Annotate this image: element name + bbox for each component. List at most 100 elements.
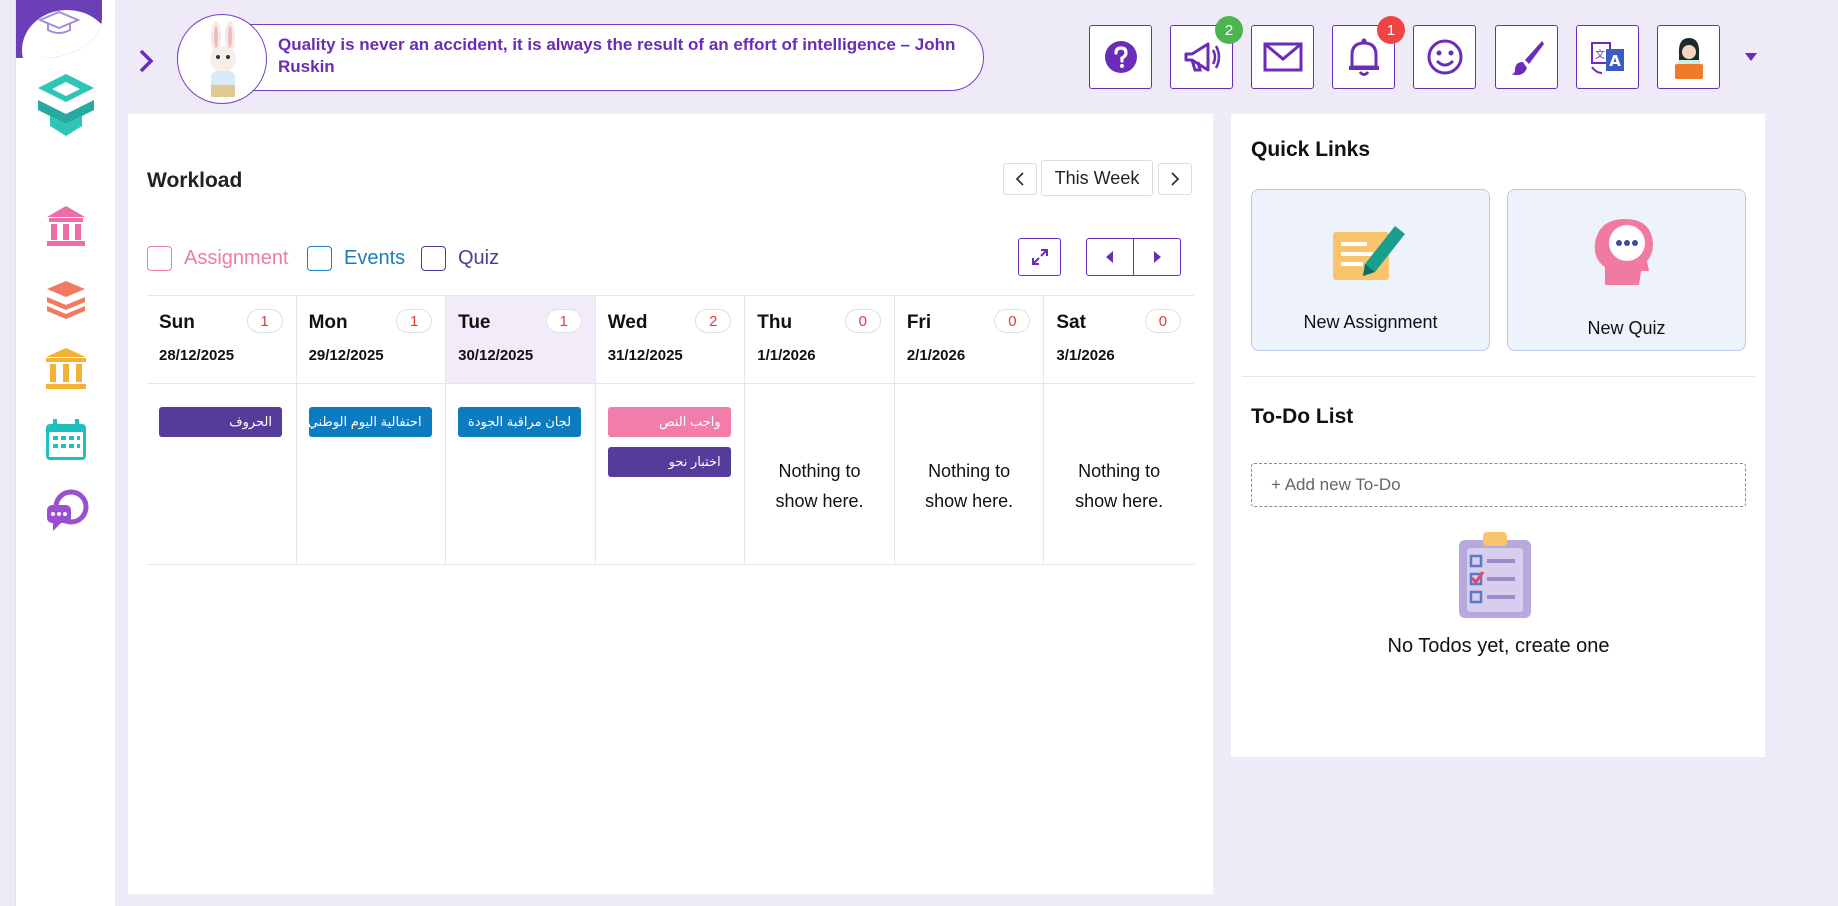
empty-day-message: Nothing to show here. xyxy=(1044,456,1194,516)
event-chip[interactable]: اختبار نحو xyxy=(607,447,731,477)
calendar-icon[interactable] xyxy=(43,417,89,463)
expand-button[interactable] xyxy=(1018,238,1061,276)
calendar-next-button[interactable] xyxy=(1134,239,1180,275)
sidebar xyxy=(15,0,115,906)
chevron-right-icon xyxy=(1171,172,1180,186)
empty-line-2: show here. xyxy=(1075,491,1164,511)
profile-avatar-icon xyxy=(1674,38,1703,79)
empty-line-1: Nothing to xyxy=(928,461,1011,481)
new-assignment-tile[interactable]: New Assignment xyxy=(1251,189,1490,351)
svg-text:A: A xyxy=(1609,52,1621,70)
mood-button[interactable] xyxy=(1413,25,1476,89)
empty-day-message: Nothing to show here. xyxy=(895,456,1044,516)
day-header: Sun 1 28/12/2025 xyxy=(147,296,296,384)
help-icon xyxy=(1104,41,1137,73)
empty-line-1: Nothing to xyxy=(778,461,861,481)
day-column: Sun 1 28/12/2025 الحروف xyxy=(147,296,297,564)
bell-icon xyxy=(1348,38,1379,76)
day-name: Mon xyxy=(308,312,348,333)
day-date: 28/12/2025 xyxy=(159,347,235,364)
event-chip[interactable]: الحروف xyxy=(159,407,282,437)
quick-links-title: Quick Links xyxy=(1251,138,1371,161)
filter-assignment-checkbox[interactable] xyxy=(147,245,172,271)
day-header: Mon 1 29/12/2025 xyxy=(296,296,446,384)
day-date: 29/12/2025 xyxy=(308,347,384,364)
sidebar-corner-decoration xyxy=(16,0,102,58)
school-icon[interactable] xyxy=(43,203,89,249)
todo-title: To-Do List xyxy=(1251,405,1354,428)
week-selector[interactable]: This Week xyxy=(1041,160,1153,196)
help-button[interactable] xyxy=(1089,25,1152,89)
empty-line-1: Nothing to xyxy=(1078,461,1161,481)
translate-icon: A 文 xyxy=(1590,42,1624,74)
announcements-button[interactable]: 2 xyxy=(1170,16,1243,89)
week-next-button[interactable] xyxy=(1158,163,1192,195)
filter-events[interactable]: Events xyxy=(307,245,405,271)
new-quiz-label: New Quiz xyxy=(1587,318,1666,338)
notifications-badge: 1 xyxy=(1377,16,1405,44)
day-header: Thu 0 1/1/2026 xyxy=(745,296,894,384)
app-logo-icon[interactable] xyxy=(30,70,102,142)
calendar-nav xyxy=(1086,238,1181,276)
filter-events-checkbox[interactable] xyxy=(307,245,332,271)
day-column: Fri 0 2/1/2026 Nothing to show here. xyxy=(894,296,1045,564)
event-chip[interactable]: احتفالية اليوم الوطني xyxy=(308,407,432,437)
workload-calendar: Sun 1 28/12/2025 الحروف Mon 1 29/12/2025… xyxy=(147,295,1194,565)
books-icon[interactable] xyxy=(43,275,89,321)
day-count-badge: 1 xyxy=(396,309,433,333)
profile-button[interactable] xyxy=(1657,25,1720,89)
day-date: 3/1/2026 xyxy=(1056,347,1115,364)
event-chip[interactable]: لجان مراقبة الجودة xyxy=(458,407,582,437)
new-assignment-label: New Assignment xyxy=(1303,312,1438,332)
week-prev-button[interactable] xyxy=(1003,163,1037,195)
bunny-mascot-icon xyxy=(177,14,267,104)
megaphone-icon xyxy=(1184,42,1220,72)
chevron-right-icon[interactable] xyxy=(136,46,156,76)
clipboard-checklist-icon xyxy=(1459,532,1531,618)
empty-line-2: show here. xyxy=(775,491,864,511)
day-column: Thu 0 1/1/2026 Nothing to show here. xyxy=(745,296,895,564)
calendar-prev-button[interactable] xyxy=(1087,239,1134,275)
day-header: Tue 1 30/12/2025 xyxy=(446,296,595,384)
chevron-left-icon xyxy=(1015,172,1024,186)
day-date: 30/12/2025 xyxy=(458,347,534,364)
notifications-button[interactable]: 1 xyxy=(1332,16,1405,89)
empty-line-2: show here. xyxy=(925,491,1014,511)
day-count-badge: 1 xyxy=(545,309,582,333)
graduation-cap-icon xyxy=(38,10,80,34)
svg-text:文: 文 xyxy=(1595,48,1605,61)
chat-icon[interactable] xyxy=(43,487,89,533)
filter-assignment[interactable]: Assignment xyxy=(147,245,289,271)
day-name: Fri xyxy=(906,312,932,333)
day-date: 1/1/2026 xyxy=(757,347,816,364)
day-header: Wed 2 31/12/2025 xyxy=(595,296,745,384)
messages-button[interactable] xyxy=(1251,25,1314,89)
smiley-icon xyxy=(1427,39,1462,75)
day-name: Wed xyxy=(607,312,648,333)
empty-day-message: Nothing to show here. xyxy=(745,456,894,516)
day-column: Wed 2 31/12/2025 واجب النص اختبار نحو xyxy=(595,296,746,564)
new-quiz-tile[interactable]: New Quiz xyxy=(1507,189,1746,351)
filter-events-label: Events xyxy=(344,246,406,269)
divider xyxy=(1242,376,1755,377)
event-chip[interactable]: واجب النص xyxy=(607,407,731,437)
language-button[interactable]: A 文 xyxy=(1576,25,1639,89)
day-name: Tue xyxy=(458,312,491,333)
caret-down-icon[interactable] xyxy=(1744,52,1758,62)
paintbrush-icon xyxy=(1510,41,1544,76)
mail-icon xyxy=(1263,42,1302,72)
filter-quiz-label: Quiz xyxy=(458,246,500,269)
day-column: Mon 1 29/12/2025 احتفالية اليوم الوطني xyxy=(296,296,447,564)
expand-icon xyxy=(1031,249,1048,265)
theme-button[interactable] xyxy=(1495,25,1558,89)
filter-assignment-label: Assignment xyxy=(184,246,289,269)
day-header: Sat 0 3/1/2026 xyxy=(1044,296,1194,384)
day-date: 2/1/2026 xyxy=(906,347,966,364)
institution-icon[interactable] xyxy=(43,345,89,391)
filter-quiz-checkbox[interactable] xyxy=(421,245,446,271)
filter-quiz[interactable]: Quiz xyxy=(421,245,499,271)
quiz-head-icon xyxy=(1594,219,1653,285)
todo-input[interactable] xyxy=(1251,463,1746,507)
workload-title: Workload xyxy=(147,169,243,192)
day-count-badge: 0 xyxy=(994,309,1031,333)
